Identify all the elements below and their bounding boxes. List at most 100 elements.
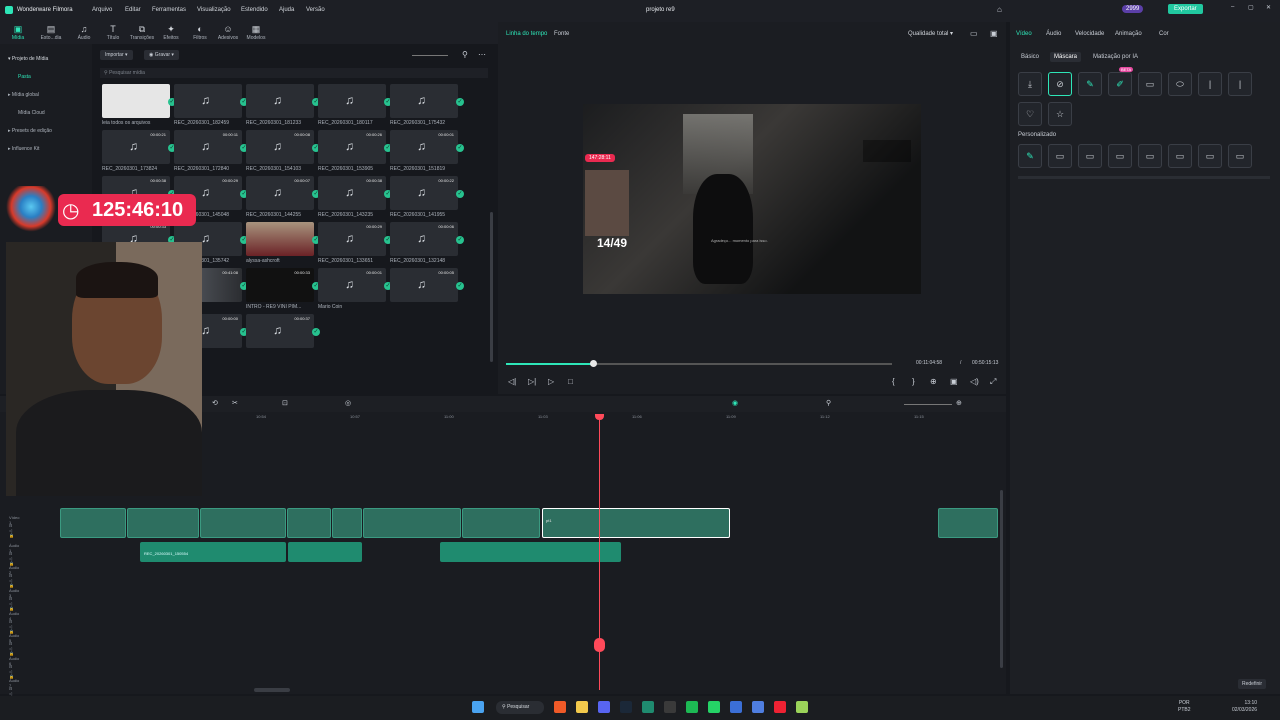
audio-clip-2[interactable] xyxy=(288,542,362,562)
close-icon[interactable]: ✕ xyxy=(1266,4,1271,11)
volume-icon[interactable]: ◁) xyxy=(970,377,979,386)
obs-icon[interactable] xyxy=(664,701,676,713)
clip-9[interactable] xyxy=(938,508,998,538)
taskbar-search[interactable]: ⚲ Pesquisar xyxy=(496,701,544,714)
tool-adesivos[interactable]: ☺ Adesivos xyxy=(215,24,241,41)
mask-brush-icon[interactable]: ✐ xyxy=(1108,72,1132,96)
media-item[interactable]: ♫ 00:00:21 ✓ REC_20260301_173824 xyxy=(102,130,176,174)
play-icon[interactable]: ▷ xyxy=(548,377,554,386)
tool-filtros[interactable]: ◐ Filtros xyxy=(187,24,213,41)
clip-selected[interactable]: pt1 xyxy=(542,508,730,538)
media-item[interactable]: ♫ ✓ REC_20260301_180117 xyxy=(318,84,392,128)
tool-transicoes[interactable]: ⧉ Transições xyxy=(129,24,155,41)
sidebar-item-projeto[interactable]: ▾ Projeto de Mídia xyxy=(8,56,48,62)
zoom-slider[interactable] xyxy=(412,55,448,56)
mask-line2-icon[interactable]: | xyxy=(1228,72,1252,96)
custom-mask-7-icon[interactable]: ▭ xyxy=(1228,144,1252,168)
steam-icon[interactable] xyxy=(620,701,632,713)
track-controls[interactable]: ⊟ ◁ 🔒 xyxy=(9,523,14,538)
tool-efeitos[interactable]: ✦ Efeitos xyxy=(158,24,184,41)
clip-6[interactable] xyxy=(363,508,461,538)
sidebar-item-midia-global[interactable]: ▸ Mídia global xyxy=(8,92,39,98)
zoom-in-icon[interactable]: ⊕ xyxy=(956,399,962,407)
gift-icon[interactable]: ⌂ xyxy=(997,5,1002,14)
snapshot-icon[interactable]: ▣ xyxy=(990,29,998,38)
menu-editar[interactable]: Editar xyxy=(125,7,141,13)
track-controls[interactable]: ⊟ ◁ 🔒 xyxy=(9,619,14,634)
mark-out-icon[interactable]: } xyxy=(912,377,915,386)
start-icon[interactable] xyxy=(472,701,484,713)
custom-mask-5-icon[interactable]: ▭ xyxy=(1168,144,1192,168)
track-controls[interactable]: ⊟ ◁ 🔒 xyxy=(9,573,14,588)
audio-clip-3[interactable] xyxy=(440,542,621,562)
play-back-icon[interactable]: ▷| xyxy=(528,377,536,386)
crop-icon[interactable]: ⊡ xyxy=(282,399,288,407)
clip-7[interactable] xyxy=(462,508,540,538)
explorer-icon[interactable] xyxy=(576,701,588,713)
media-item[interactable]: ♫ 00:00:07 ✓ REC_20260301_144255 xyxy=(246,176,320,220)
media-item[interactable]: ♫ 00:00:05 ✓ xyxy=(390,268,464,312)
track-controls[interactable]: ⊟ ◁ 🔒 xyxy=(9,551,14,566)
track-controls[interactable]: ⊟ ◁ 🔒 xyxy=(9,664,14,679)
menu-ajuda[interactable]: Ajuda xyxy=(279,7,294,13)
media-item[interactable]: ♫ 00:00:01 ✓ Mario Coin xyxy=(318,268,392,312)
media-scrollbar[interactable] xyxy=(490,212,493,362)
custom-mask-4-icon[interactable]: ▭ xyxy=(1138,144,1162,168)
media-item[interactable]: ♫ ✓ REC_20260301_182459 xyxy=(174,84,248,128)
tool-modelos[interactable]: ▦ Modelos xyxy=(243,24,269,41)
preview-frame[interactable]: 147:28:11 14/49 Agradeço... momento para… xyxy=(583,104,921,294)
media-item[interactable]: ♫ ✓ REC_20260301_181233 xyxy=(246,84,320,128)
custom-mask-3-icon[interactable]: ▭ xyxy=(1108,144,1132,168)
tab-source[interactable]: Fonte xyxy=(554,31,569,37)
timeline-zoom-slider[interactable] xyxy=(904,404,952,405)
undo-icon[interactable]: ⟲ xyxy=(212,399,218,407)
timeline-vscroll[interactable] xyxy=(1000,490,1003,668)
sidebar-item-midia-cloud[interactable]: Mídia Cloud xyxy=(18,110,45,116)
mask-line-icon[interactable]: | xyxy=(1198,72,1222,96)
quality-select[interactable]: Qualidade total ▾ xyxy=(908,30,953,37)
export-button[interactable]: Exportar xyxy=(1168,4,1203,14)
media-item[interactable]: ♫ 00:00:29 ✓ REC_20260301_133651 xyxy=(318,222,392,266)
filter-icon[interactable]: ⚲ xyxy=(462,50,468,59)
more-icon[interactable]: ⋯ xyxy=(478,50,486,59)
discord-icon[interactable] xyxy=(598,701,610,713)
import-button[interactable]: Importar ▾ xyxy=(100,50,133,60)
record-button[interactable]: ◉ Gravar ▾ xyxy=(144,50,179,60)
search-input[interactable]: ⚲ Pesquisar mídia xyxy=(100,68,488,78)
playhead-cut-icon[interactable] xyxy=(594,638,605,652)
clip-5[interactable] xyxy=(332,508,362,538)
clip-4[interactable] xyxy=(287,508,331,538)
tab-video[interactable]: Vídeo xyxy=(1016,31,1032,37)
clock[interactable]: 13:10 02/03/2026 xyxy=(1232,700,1257,714)
camera-icon[interactable]: ▣ xyxy=(950,377,958,386)
credits-badge[interactable]: 2999 xyxy=(1122,5,1144,13)
media-item[interactable]: ♫ 00:00:38 ✓ REC_20260301_143235 xyxy=(318,176,392,220)
media-item[interactable]: ♫ 00:00:06 ✓ REC_20260301_132148 xyxy=(390,222,464,266)
subtab-ai-matting[interactable]: Matização por IA xyxy=(1093,54,1138,60)
custom-mask-6-icon[interactable]: ▭ xyxy=(1198,144,1222,168)
mark-in-icon[interactable]: { xyxy=(892,377,895,386)
media-item[interactable]: 00:00:33 ✓ INTRO - RE9 VINI PIM... xyxy=(246,268,320,312)
layout-icon[interactable]: ▭ xyxy=(970,29,978,38)
mask-ellipse-icon[interactable]: ⬭ xyxy=(1168,72,1192,96)
whatsapp-icon[interactable] xyxy=(708,701,720,713)
media-item[interactable]: ♫ 00:00:26 ✓ REC_20260301_153905 xyxy=(318,130,392,174)
maximize-icon[interactable]: ▢ xyxy=(1248,4,1254,11)
mask-import-icon[interactable]: ⤓ xyxy=(1018,72,1042,96)
minimize-icon[interactable]: – xyxy=(1231,4,1234,10)
tool-midia[interactable]: ▣ Mídia xyxy=(5,24,31,41)
preview-progress-handle[interactable] xyxy=(590,360,598,367)
app-icon[interactable] xyxy=(752,701,764,713)
timeline-scrollbar[interactable] xyxy=(254,688,290,692)
media-item[interactable]: ✓ alyssa-ashcroft xyxy=(246,222,320,266)
language-indicator[interactable]: POR PTB2 xyxy=(1178,700,1191,714)
tab-animation[interactable]: Animação xyxy=(1115,31,1142,37)
stop-icon[interactable]: □ xyxy=(568,377,573,386)
tool-titulo[interactable]: T Título xyxy=(100,24,126,41)
mask-star-icon[interactable]: ☆ xyxy=(1048,102,1072,126)
mask-none-icon[interactable]: ⊘ xyxy=(1048,72,1072,96)
fullscreen-icon[interactable]: ⤢ xyxy=(990,377,996,387)
split-icon[interactable]: ✂ xyxy=(232,399,238,407)
mask-pen-icon[interactable]: ✎ xyxy=(1078,72,1102,96)
vpn-icon[interactable] xyxy=(730,701,742,713)
